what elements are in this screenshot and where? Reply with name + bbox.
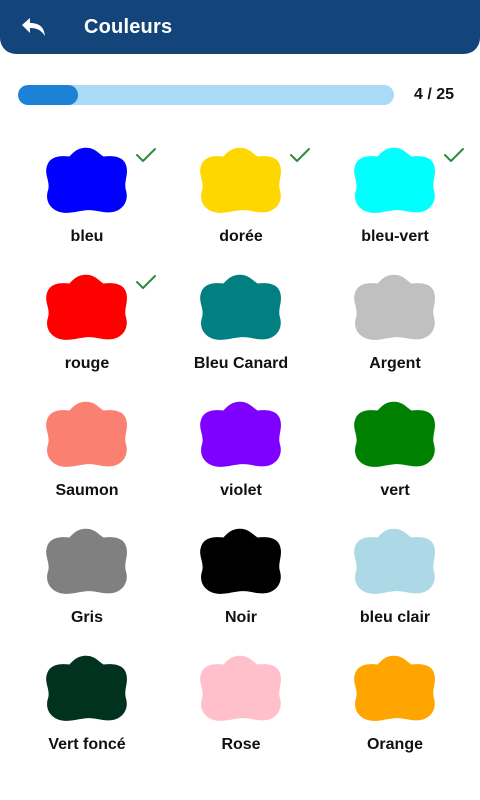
color-label: Gris — [70, 609, 103, 626]
color-label: bleu-vert — [361, 228, 429, 245]
color-label: bleu clair — [359, 609, 431, 626]
color-label: Vert foncé — [48, 736, 126, 753]
color-tile[interactable]: Gris — [10, 511, 164, 638]
color-label: Noir — [225, 609, 257, 626]
color-tile[interactable]: bleu — [10, 130, 164, 257]
top-app-bar: Couleurs — [0, 0, 480, 54]
color-tile[interactable]: Argent — [318, 257, 472, 384]
color-tile[interactable]: vert — [318, 384, 472, 511]
checkmark-icon — [136, 275, 156, 289]
color-tile[interactable]: violet — [164, 384, 318, 511]
color-swatch[interactable] — [43, 271, 131, 343]
color-swatch[interactable] — [351, 398, 439, 470]
color-tile[interactable]: Bleu Canard — [164, 257, 318, 384]
page-title: Couleurs — [84, 15, 173, 38]
progress-bar-fill — [18, 85, 79, 105]
color-tile[interactable]: rouge — [10, 257, 164, 384]
color-label: rouge — [64, 355, 110, 372]
color-label: violet — [220, 482, 262, 499]
app-screen: Couleurs 4 / 25 bleu dorée bleu-vert rouge B… — [0, 0, 480, 800]
color-swatch[interactable] — [43, 525, 131, 597]
color-swatch[interactable] — [351, 144, 439, 216]
color-tile[interactable]: Noir — [164, 511, 318, 638]
progress-bar — [18, 85, 394, 105]
color-tile[interactable]: Vert foncé — [10, 638, 164, 765]
checkmark-icon — [290, 148, 310, 162]
color-swatch[interactable] — [197, 525, 285, 597]
back-button[interactable] — [0, 0, 64, 54]
color-grid: bleu dorée bleu-vert rouge Bleu Canard Argent… — [10, 130, 472, 765]
color-swatch[interactable] — [197, 271, 285, 343]
checkmark-icon — [136, 148, 156, 162]
color-swatch[interactable] — [351, 271, 439, 343]
progress-section: 4 / 25 — [18, 84, 466, 106]
color-label: vert — [380, 482, 410, 499]
color-label: Saumon — [55, 482, 119, 499]
color-swatch[interactable] — [197, 144, 285, 216]
color-label: Bleu Canard — [193, 355, 289, 372]
color-label: Rose — [221, 736, 261, 753]
undo-arrow-icon — [22, 18, 45, 36]
color-label: Argent — [369, 355, 421, 372]
color-swatch[interactable] — [197, 652, 285, 724]
color-swatch[interactable] — [197, 398, 285, 470]
color-tile[interactable]: Saumon — [10, 384, 164, 511]
progress-counter: 4 / 25 — [414, 86, 455, 103]
color-tile[interactable]: Orange — [318, 638, 472, 765]
color-swatch[interactable] — [43, 398, 131, 470]
color-swatch[interactable] — [43, 144, 131, 216]
checkmark-icon — [444, 148, 464, 162]
color-label: Orange — [366, 736, 423, 753]
color-label: bleu — [70, 228, 104, 245]
color-tile[interactable]: bleu clair — [318, 511, 472, 638]
color-label: dorée — [219, 228, 263, 245]
color-swatch[interactable] — [351, 652, 439, 724]
color-swatch[interactable] — [43, 652, 131, 724]
color-tile[interactable]: dorée — [164, 130, 318, 257]
color-swatch[interactable] — [351, 525, 439, 597]
color-tile[interactable]: Rose — [164, 638, 318, 765]
color-tile[interactable]: bleu-vert — [318, 130, 472, 257]
